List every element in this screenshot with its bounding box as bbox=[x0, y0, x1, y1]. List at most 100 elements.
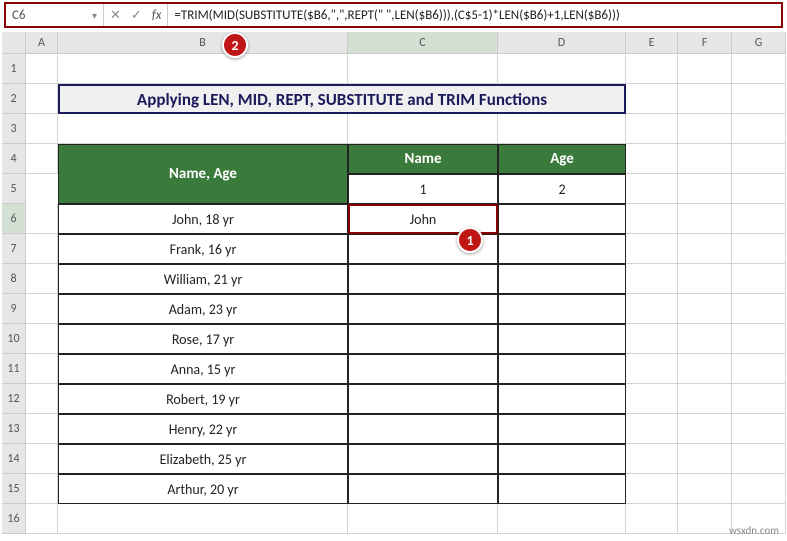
row-header[interactable]: 4 bbox=[2, 144, 26, 174]
cell[interactable] bbox=[626, 384, 678, 414]
cell[interactable] bbox=[678, 504, 732, 534]
cell[interactable]: Rose, 17 yr bbox=[58, 324, 348, 354]
name-box[interactable]: C6 ▾ bbox=[6, 4, 104, 26]
cell[interactable] bbox=[626, 354, 678, 384]
header-name[interactable]: Name bbox=[348, 144, 498, 174]
cell[interactable] bbox=[26, 84, 58, 114]
cell[interactable] bbox=[678, 54, 732, 84]
cell[interactable] bbox=[348, 324, 498, 354]
cell[interactable]: Elizabeth, 25 yr bbox=[58, 444, 348, 474]
col-header[interactable]: E bbox=[626, 32, 678, 54]
cell[interactable] bbox=[678, 384, 732, 414]
cell[interactable] bbox=[678, 234, 732, 264]
cell[interactable] bbox=[678, 294, 732, 324]
cell[interactable] bbox=[26, 474, 58, 504]
cell[interactable] bbox=[732, 144, 786, 174]
cell[interactable] bbox=[732, 84, 786, 114]
cell[interactable] bbox=[498, 234, 626, 264]
cell[interactable] bbox=[732, 234, 786, 264]
cell[interactable] bbox=[678, 144, 732, 174]
subheader-age-idx[interactable]: 2 bbox=[498, 174, 626, 204]
cell[interactable] bbox=[678, 324, 732, 354]
cell[interactable] bbox=[26, 354, 58, 384]
row-header[interactable]: 16 bbox=[2, 504, 26, 534]
cell[interactable] bbox=[348, 474, 498, 504]
cell[interactable] bbox=[498, 414, 626, 444]
cell[interactable] bbox=[498, 204, 626, 234]
cell[interactable] bbox=[732, 384, 786, 414]
row-header[interactable]: 12 bbox=[2, 384, 26, 414]
cell[interactable] bbox=[348, 264, 498, 294]
row-header[interactable]: 6 bbox=[2, 204, 26, 234]
row-header[interactable]: 11 bbox=[2, 354, 26, 384]
col-header[interactable]: B bbox=[58, 32, 348, 54]
cell[interactable] bbox=[732, 264, 786, 294]
cell[interactable] bbox=[26, 234, 58, 264]
col-header[interactable]: A bbox=[26, 32, 58, 54]
subheader-name-idx[interactable]: 1 bbox=[348, 174, 498, 204]
col-header[interactable]: F bbox=[678, 32, 732, 54]
cell[interactable] bbox=[26, 294, 58, 324]
row-header[interactable]: 9 bbox=[2, 294, 26, 324]
cell[interactable] bbox=[26, 114, 58, 144]
header-age[interactable]: Age bbox=[498, 144, 626, 174]
cell[interactable] bbox=[678, 474, 732, 504]
cell[interactable] bbox=[678, 354, 732, 384]
cell[interactable] bbox=[732, 294, 786, 324]
cell[interactable] bbox=[678, 414, 732, 444]
col-header[interactable]: D bbox=[498, 32, 626, 54]
cell[interactable] bbox=[348, 384, 498, 414]
cell[interactable] bbox=[626, 174, 678, 204]
formula-input[interactable]: =TRIM(MID(SUBSTITUTE($B6,",",REPT(" ",LE… bbox=[168, 4, 781, 26]
cell[interactable] bbox=[732, 204, 786, 234]
cell[interactable] bbox=[678, 114, 732, 144]
cell[interactable] bbox=[348, 114, 498, 144]
cell[interactable] bbox=[678, 444, 732, 474]
cell[interactable] bbox=[26, 54, 58, 84]
cell[interactable] bbox=[26, 414, 58, 444]
cell[interactable] bbox=[348, 54, 498, 84]
cell[interactable] bbox=[498, 444, 626, 474]
cell[interactable] bbox=[498, 384, 626, 414]
cell[interactable] bbox=[626, 504, 678, 534]
row-header[interactable]: 3 bbox=[2, 114, 26, 144]
cell[interactable] bbox=[26, 204, 58, 234]
cell[interactable]: Arthur, 20 yr bbox=[58, 474, 348, 504]
row-header[interactable]: 14 bbox=[2, 444, 26, 474]
cancel-icon[interactable]: ✕ bbox=[110, 8, 121, 23]
cell[interactable] bbox=[678, 174, 732, 204]
cell[interactable] bbox=[348, 444, 498, 474]
chevron-down-icon[interactable]: ▾ bbox=[92, 9, 97, 22]
cell[interactable] bbox=[626, 54, 678, 84]
cell[interactable] bbox=[498, 324, 626, 354]
cell[interactable] bbox=[732, 354, 786, 384]
col-header[interactable]: C bbox=[348, 32, 498, 54]
cell[interactable] bbox=[732, 114, 786, 144]
cell[interactable]: John, 18 yr bbox=[58, 204, 348, 234]
cell[interactable] bbox=[26, 144, 58, 174]
row-header[interactable]: 1 bbox=[2, 54, 26, 84]
cell[interactable] bbox=[348, 354, 498, 384]
row-header[interactable]: 5 bbox=[2, 174, 26, 204]
enter-icon[interactable]: ✓ bbox=[131, 8, 142, 23]
cell[interactable] bbox=[498, 294, 626, 324]
cell[interactable] bbox=[626, 264, 678, 294]
row-header[interactable]: 13 bbox=[2, 414, 26, 444]
cell[interactable]: Anna, 15 yr bbox=[58, 354, 348, 384]
row-header[interactable]: 7 bbox=[2, 234, 26, 264]
row-header[interactable]: 15 bbox=[2, 474, 26, 504]
cell[interactable] bbox=[626, 294, 678, 324]
cell[interactable] bbox=[348, 504, 498, 534]
cell[interactable] bbox=[678, 264, 732, 294]
cell[interactable] bbox=[26, 324, 58, 354]
cell[interactable]: Frank, 16 yr bbox=[58, 234, 348, 264]
cell[interactable] bbox=[348, 414, 498, 444]
cell[interactable] bbox=[626, 234, 678, 264]
cell[interactable] bbox=[626, 474, 678, 504]
row-header[interactable]: 10 bbox=[2, 324, 26, 354]
cell[interactable] bbox=[26, 444, 58, 474]
cell[interactable] bbox=[732, 474, 786, 504]
header-name-age[interactable]: Name, Age bbox=[58, 144, 348, 204]
cell[interactable] bbox=[732, 54, 786, 84]
cell[interactable] bbox=[58, 114, 348, 144]
